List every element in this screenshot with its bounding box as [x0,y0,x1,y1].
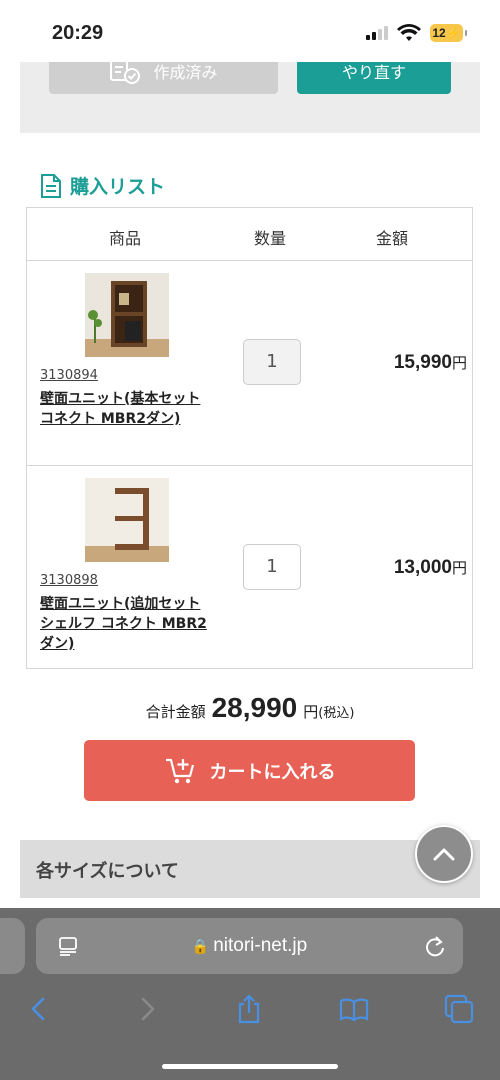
table-header: 商品 数量 金額 [27,208,472,261]
table-row: 3130898 壁面ユニット(追加セット シェルフ コネクト MBR2ダン) 1… [27,466,472,670]
item-price: 15,990円 [394,352,467,374]
url-text: nitori-net.jp [213,935,308,956]
purchase-list-title: 購入リスト [40,172,165,199]
product-image-base-set[interactable] [85,273,169,357]
item-price: 13,000円 [394,557,467,579]
header-quantity: 数量 [254,229,287,248]
status-time: 20:29 [52,22,104,44]
chevron-up-icon [433,848,455,861]
table-row: 3130894 壁面ユニット(基本セット コネクト MBR2ダン) 1 15,9… [27,261,472,466]
add-to-cart-label: カートに入れる [209,761,336,783]
bookmarks-icon[interactable] [339,994,369,1024]
purchase-list-title-text: 購入リスト [70,176,166,198]
total-yen: 円 [303,703,319,721]
purchase-table: 商品 数量 金額 3130894 壁面ユニット(基本セット コネクト MBR2ダ… [26,207,473,669]
status-bar: 20:29 12⚡ [0,0,500,62]
sizes-accordion[interactable]: 各サイズについて [20,840,480,898]
previous-tab-preview[interactable] [0,918,25,974]
product-code-link[interactable]: 3130894 [40,368,98,383]
battery-icon: 12⚡ [430,24,467,42]
total-amount: 合計金額 28,990 円(税込) [0,692,500,724]
product-name-link[interactable]: 壁面ユニット(追加セット シェルフ コネクト MBR2ダン) [40,594,210,654]
product-code-link[interactable]: 3130898 [40,573,98,588]
quantity-field[interactable]: 1 [243,544,301,590]
address-bar[interactable]: 🔒 nitori-net.jp [36,918,463,974]
product-name-link[interactable]: 壁面ユニット(基本セット コネクト MBR2ダン) [40,389,210,429]
scroll-to-top-button[interactable] [415,825,473,883]
item-price-value: 13,000 [393,557,452,578]
forward-icon[interactable] [132,994,162,1024]
item-price-value: 15,990 [393,352,452,373]
quantity-field[interactable]: 1 [243,339,301,385]
url-display[interactable]: 🔒 nitori-net.jp [36,935,463,957]
lock-icon: 🔒 [191,938,210,954]
wifi-icon [397,24,421,41]
add-to-cart-button[interactable]: カートに入れる [84,740,415,801]
total-label: 合計金額 [145,703,206,721]
yen-unit: 円 [451,355,467,372]
created-button-label: 作成済み [153,63,218,82]
header-product: 商品 [109,229,142,248]
redo-button-label: やり直す [341,63,406,82]
sizes-accordion-label: 各サイズについて [36,861,179,882]
product-image-shelf-set[interactable] [85,478,169,562]
cart-plus-icon [165,758,194,783]
document-list-icon [41,173,61,198]
yen-unit: 円 [451,560,467,577]
browser-toolbar: 🔒 nitori-net.jp [0,908,500,1080]
header-amount: 金額 [376,229,409,248]
tabs-icon[interactable] [444,994,474,1024]
home-indicator [162,1064,338,1069]
share-icon[interactable] [234,994,264,1024]
battery-level: 12 [432,26,446,40]
back-icon[interactable] [24,994,54,1024]
total-value: 28,990 [211,692,298,723]
reload-icon[interactable] [424,934,446,958]
cellular-signal-icon [366,26,388,40]
tax-note: (税込) [318,706,355,721]
